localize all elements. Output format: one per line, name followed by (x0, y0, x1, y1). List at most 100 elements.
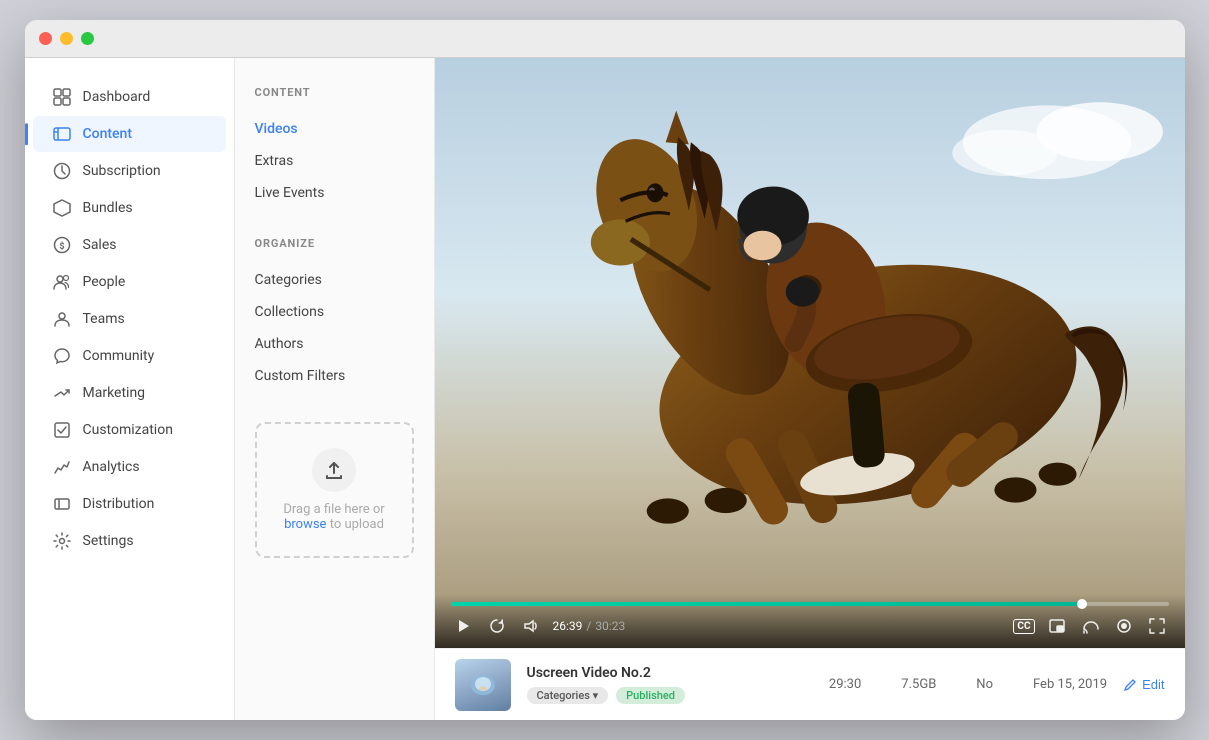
minimize-button[interactable] (60, 32, 73, 45)
sec-item-collections[interactable]: Collections (255, 296, 414, 328)
maximize-button[interactable] (81, 32, 94, 45)
record-button[interactable] (1113, 615, 1135, 637)
video-meta: 29:30 7.5GB No Feb 15, 2019 (829, 677, 1107, 692)
sidebar-label-people: People (83, 274, 126, 290)
pip-button[interactable] (1045, 614, 1069, 638)
sidebar-label-distribution: Distribution (83, 496, 155, 512)
horse-illustration (435, 58, 1185, 648)
sidebar-label-sales: Sales (83, 237, 117, 253)
app-window: Dashboard Content (25, 20, 1185, 720)
sidebar-label-content: Content (83, 126, 133, 142)
drag-text: Drag a file here or (283, 502, 384, 517)
badge-published: Published (616, 687, 685, 704)
organize-section-title: ORGANIZE (255, 237, 414, 250)
time-separator: / (586, 619, 594, 633)
controls-row: 26:39 / 30:23 CC (451, 614, 1169, 638)
sidebar-label-customization: Customization (83, 422, 173, 438)
svg-text:$: $ (59, 241, 64, 252)
sidebar-item-content[interactable]: Content (33, 116, 226, 152)
browse-link[interactable]: browse (284, 517, 326, 532)
progress-fill (451, 602, 1083, 606)
video-thumbnail (455, 659, 511, 711)
bundles-icon (53, 199, 71, 217)
meta-duration: 29:30 (829, 677, 861, 692)
app-body: Dashboard Content (25, 58, 1185, 720)
horse-scene (435, 58, 1185, 648)
settings-icon (53, 532, 71, 550)
sidebar-label-analytics: Analytics (83, 459, 140, 475)
controls-right: CC (1013, 614, 1168, 638)
community-icon (53, 347, 71, 365)
upload-icon (312, 448, 356, 492)
meta-size: 7.5GB (901, 677, 936, 692)
video-badges: Categories ▾ Published (527, 687, 813, 704)
edit-button[interactable]: Edit (1123, 677, 1164, 692)
sidebar-item-bundles[interactable]: Bundles (33, 190, 226, 226)
marketing-icon (53, 384, 71, 402)
analytics-icon (53, 458, 71, 476)
fullscreen-button[interactable] (1145, 614, 1169, 638)
content-section: CONTENT Videos Extras Live Events (255, 86, 414, 209)
upload-suffix: to upload (330, 517, 384, 532)
people-icon (53, 273, 71, 291)
sidebar-item-customization[interactable]: Customization (33, 412, 226, 448)
organize-section: ORGANIZE Categories Collections Authors … (255, 237, 414, 392)
progress-thumb (1077, 599, 1087, 609)
subscription-icon (53, 162, 71, 180)
sidebar-item-community[interactable]: Community (33, 338, 226, 374)
badge-categories[interactable]: Categories ▾ (527, 687, 609, 704)
sidebar-label-bundles: Bundles (83, 200, 133, 216)
main-content: 26:39 / 30:23 CC (435, 58, 1185, 720)
volume-button[interactable] (519, 614, 543, 638)
video-info: Uscreen Video No.2 Categories ▾ Publishe… (527, 665, 813, 704)
customization-icon (53, 421, 71, 439)
video-list-item: Uscreen Video No.2 Categories ▾ Publishe… (435, 648, 1185, 720)
cc-button[interactable]: CC (1013, 619, 1034, 634)
titlebar (25, 20, 1185, 58)
replay-button[interactable] (485, 614, 509, 638)
sec-item-authors[interactable]: Authors (255, 328, 414, 360)
sidebar-item-subscription[interactable]: Subscription (33, 153, 226, 189)
video-player[interactable]: 26:39 / 30:23 CC (435, 58, 1185, 648)
content-icon (53, 125, 71, 143)
content-section-title: CONTENT (255, 86, 414, 99)
sidebar-label-teams: Teams (83, 311, 125, 327)
dashboard-icon (53, 88, 71, 106)
close-button[interactable] (39, 32, 52, 45)
sidebar-label-dashboard: Dashboard (83, 89, 151, 105)
secondary-sidebar: CONTENT Videos Extras Live Events ORGANI… (235, 58, 435, 720)
sidebar-label-marketing: Marketing (83, 385, 146, 401)
sec-item-custom-filters[interactable]: Custom Filters (255, 360, 414, 392)
teams-icon (53, 310, 71, 328)
sales-icon: $ (53, 236, 71, 254)
sidebar-item-sales[interactable]: $ Sales (33, 227, 226, 263)
video-title: Uscreen Video No.2 (527, 665, 813, 681)
play-button[interactable] (451, 614, 475, 638)
sidebar-item-people[interactable]: People (33, 264, 226, 300)
sec-item-live-events[interactable]: Live Events (255, 177, 414, 209)
cast-button[interactable] (1079, 614, 1103, 638)
sidebar-item-marketing[interactable]: Marketing (33, 375, 226, 411)
time-display: 26:39 / 30:23 (553, 619, 626, 633)
sidebar-label-community: Community (83, 348, 155, 364)
sec-item-categories[interactable]: Categories (255, 264, 414, 296)
progress-bar[interactable] (451, 602, 1169, 606)
meta-date: Feb 15, 2019 (1033, 677, 1107, 692)
time-total: 30:23 (595, 619, 625, 633)
sec-item-extras[interactable]: Extras (255, 145, 414, 177)
sidebar-item-settings[interactable]: Settings (33, 523, 226, 559)
left-sidebar: Dashboard Content (25, 58, 235, 720)
sidebar-item-analytics[interactable]: Analytics (33, 449, 226, 485)
sec-item-videos[interactable]: Videos (255, 113, 414, 145)
sidebar-label-subscription: Subscription (83, 163, 161, 179)
meta-downloads: No (976, 677, 993, 692)
distribution-icon (53, 495, 71, 513)
upload-area[interactable]: Drag a file here or browse to upload (255, 422, 414, 558)
sidebar-item-teams[interactable]: Teams (33, 301, 226, 337)
video-controls: 26:39 / 30:23 CC (435, 594, 1185, 648)
sidebar-label-settings: Settings (83, 533, 134, 549)
thumb-inner (455, 659, 511, 711)
time-current: 26:39 (553, 619, 583, 633)
sidebar-item-dashboard[interactable]: Dashboard (33, 79, 226, 115)
sidebar-item-distribution[interactable]: Distribution (33, 486, 226, 522)
